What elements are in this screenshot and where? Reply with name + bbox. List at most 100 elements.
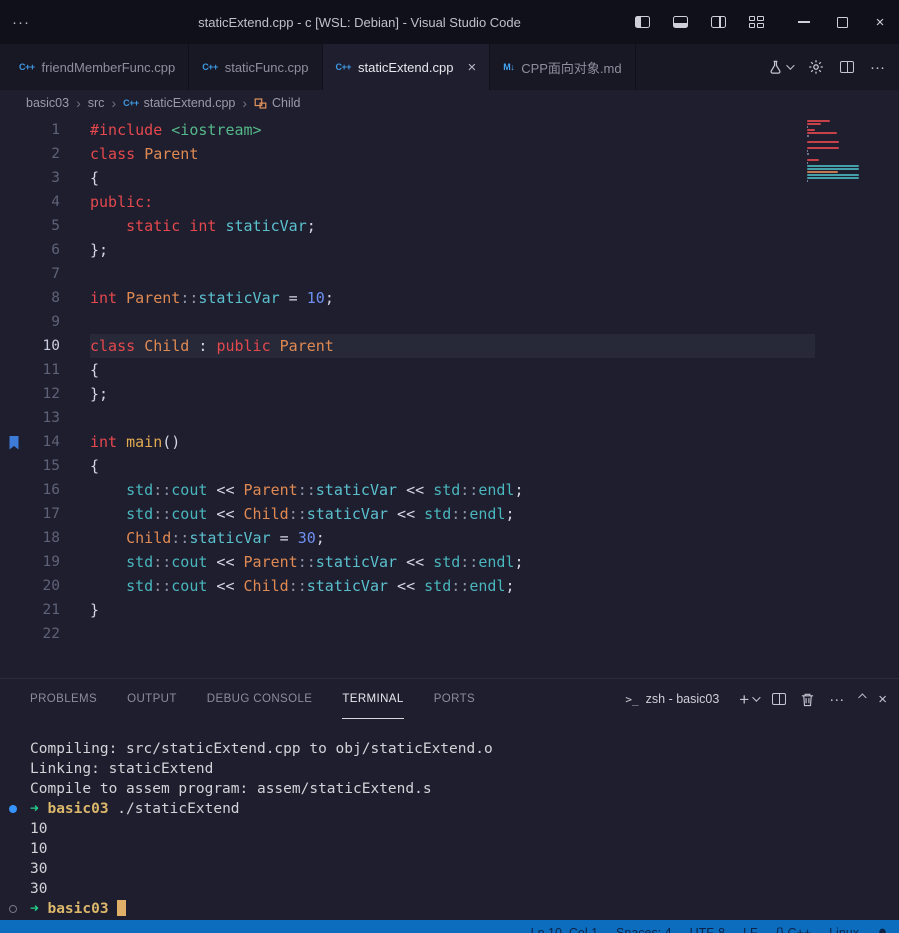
vscode-window: ··· staticExtend.cpp - c [WSL: Debian] -…: [0, 0, 899, 933]
title-bar: ··· staticExtend.cpp - c [WSL: Debian] -…: [0, 0, 899, 44]
code-text: static int staticVar;: [90, 214, 815, 238]
line-number: 18: [0, 526, 60, 550]
tab-friendmemberfunc-cpp[interactable]: C++ friendMemberFunc.cpp: [6, 44, 189, 90]
panel-actions: >_ zsh - basic03 + ··· ×: [625, 691, 887, 708]
tab-cpp-md[interactable]: M↓CPP面向对象.md: [490, 44, 635, 90]
line-number: 1: [0, 118, 60, 142]
minimap[interactable]: [807, 120, 863, 186]
breadcrumb-separator-icon: ›: [111, 95, 116, 111]
status-item-linux[interactable]: Linux: [820, 926, 868, 933]
tab-staticfunc-cpp[interactable]: C++staticFunc.cpp: [189, 44, 322, 90]
code-text: [90, 622, 815, 646]
code-text: std::cout << Parent::staticVar << std::e…: [90, 550, 815, 574]
code-text: };: [90, 382, 815, 406]
code-line: 11{: [0, 358, 899, 382]
code-line: 18 Child::staticVar = 30;: [0, 526, 899, 550]
maximize-button[interactable]: [823, 0, 861, 44]
code-text: class Child : public Parent: [90, 334, 815, 358]
code-line: 17 std::cout << Child::staticVar << std:…: [0, 502, 899, 526]
split-editor-icon[interactable]: [840, 61, 854, 73]
terminal-line: Compiling: src/staticExtend.cpp to obj/s…: [30, 739, 899, 759]
terminal-line: Compile to assem program: assem/staticEx…: [30, 779, 899, 799]
line-number: 3: [0, 166, 60, 190]
command-decoration-icon[interactable]: [9, 805, 17, 813]
terminal-output[interactable]: Compiling: src/staticExtend.cpp to obj/s…: [0, 719, 899, 920]
terminal-cursor: [117, 900, 126, 916]
terminal-session-item[interactable]: >_ zsh - basic03: [625, 692, 719, 706]
notifications-bell-icon[interactable]: [868, 927, 889, 933]
code-text: [90, 406, 815, 430]
panel-tab-strip: PROBLEMS OUTPUT DEBUG CONSOLE TERMINAL PORTS: [30, 679, 475, 719]
panel-tab-problems[interactable]: PROBLEMS: [30, 679, 97, 719]
panel-tab-ports[interactable]: PORTS: [434, 679, 475, 719]
terminal-line: ➜ basic03 ./staticExtend: [30, 799, 899, 819]
breadcrumb-item-src[interactable]: src: [88, 96, 105, 110]
code-line: 10 class Child : public Parent: [0, 334, 899, 358]
toggle-secondary-sidebar-icon[interactable]: [699, 0, 737, 44]
tab-label: friendMemberFunc.cpp: [42, 60, 176, 75]
tab-staticextend-cpp[interactable]: C++staticExtend.cpp×: [323, 44, 491, 90]
settings-gear-icon[interactable]: [808, 59, 824, 75]
code-line: 1#include <iostream>: [0, 118, 899, 142]
code-text: std::cout << Parent::staticVar << std::e…: [90, 478, 815, 502]
code-line: 2class Parent: [0, 142, 899, 166]
status-bar: Ln 10, Col 1Spaces: 4UTF-8LF{} C++Linux: [0, 920, 899, 933]
panel-tab-output[interactable]: OUTPUT: [127, 679, 177, 719]
line-number: 10: [0, 334, 60, 358]
terminal-line: 10: [30, 839, 899, 859]
menu-ellipsis-icon[interactable]: ···: [0, 14, 42, 31]
status-item-utf-8[interactable]: UTF-8: [681, 926, 734, 933]
breadcrumb-label: Child: [272, 96, 301, 110]
code-line: 7: [0, 262, 899, 286]
cpp-file-icon: C++: [336, 62, 352, 72]
editor-actions: ···: [754, 44, 899, 90]
line-number: 12: [0, 382, 60, 406]
breadcrumb-item-child[interactable]: Child: [254, 96, 301, 110]
breadcrumb-item-basic03[interactable]: basic03: [26, 96, 69, 110]
cpp-file-icon: C++: [19, 62, 35, 72]
status-item-lf[interactable]: LF: [734, 926, 767, 933]
status-item-ln-10-col-1[interactable]: Ln 10, Col 1: [522, 926, 607, 933]
panel-tab-debug-console[interactable]: DEBUG CONSOLE: [207, 679, 313, 719]
line-number: 7: [0, 262, 60, 286]
toggle-primary-sidebar-icon[interactable]: [623, 0, 661, 44]
code-line: 8int Parent::staticVar = 10;: [0, 286, 899, 310]
code-text: std::cout << Child::staticVar << std::en…: [90, 574, 815, 598]
kill-terminal-icon[interactable]: [800, 692, 815, 707]
minimize-button[interactable]: [785, 0, 823, 44]
line-number: 6: [0, 238, 60, 262]
more-editor-actions-icon[interactable]: ···: [870, 59, 885, 76]
command-decoration-icon[interactable]: [9, 905, 17, 913]
run-cpp-file-button[interactable]: [768, 60, 792, 75]
class-symbol-icon: [254, 97, 267, 110]
new-terminal-button[interactable]: +: [739, 691, 758, 708]
breadcrumb-item-staticextend-cpp[interactable]: C++staticExtend.cpp: [123, 96, 235, 110]
cpp-file-icon: C++: [202, 62, 218, 72]
close-panel-icon[interactable]: ×: [878, 691, 887, 708]
more-panel-actions-icon[interactable]: ···: [829, 691, 844, 708]
terminal-icon: >_: [625, 693, 638, 706]
breadcrumb-label: basic03: [26, 96, 69, 110]
status-item--c-[interactable]: {} C++: [767, 926, 820, 933]
line-number: 13: [0, 406, 60, 430]
code-line: 15 {: [0, 454, 899, 478]
line-number: 15: [0, 454, 60, 478]
line-number: 11: [0, 358, 60, 382]
maximize-panel-icon[interactable]: [858, 696, 864, 702]
line-number: 2: [0, 142, 60, 166]
code-line: 5 static int staticVar;: [0, 214, 899, 238]
panel-tab-terminal[interactable]: TERMINAL: [342, 679, 403, 719]
status-item-spaces-4[interactable]: Spaces: 4: [607, 926, 681, 933]
tab-label: CPP面向对象.md: [521, 58, 621, 77]
status-items: Ln 10, Col 1Spaces: 4UTF-8LF{} C++Linux: [0, 920, 899, 933]
split-terminal-icon[interactable]: [772, 693, 786, 705]
customize-layout-icon[interactable]: [737, 0, 775, 44]
code-text: public:: [90, 190, 815, 214]
tab-close-icon[interactable]: ×: [467, 60, 476, 75]
line-number: 22: [0, 622, 60, 646]
editor[interactable]: 1#include <iostream>2class Parent3{4publ…: [0, 116, 899, 678]
close-window-button[interactable]: ×: [861, 0, 899, 44]
toggle-panel-icon[interactable]: [661, 0, 699, 44]
code-text: {: [90, 454, 815, 478]
code-line: 13: [0, 406, 899, 430]
